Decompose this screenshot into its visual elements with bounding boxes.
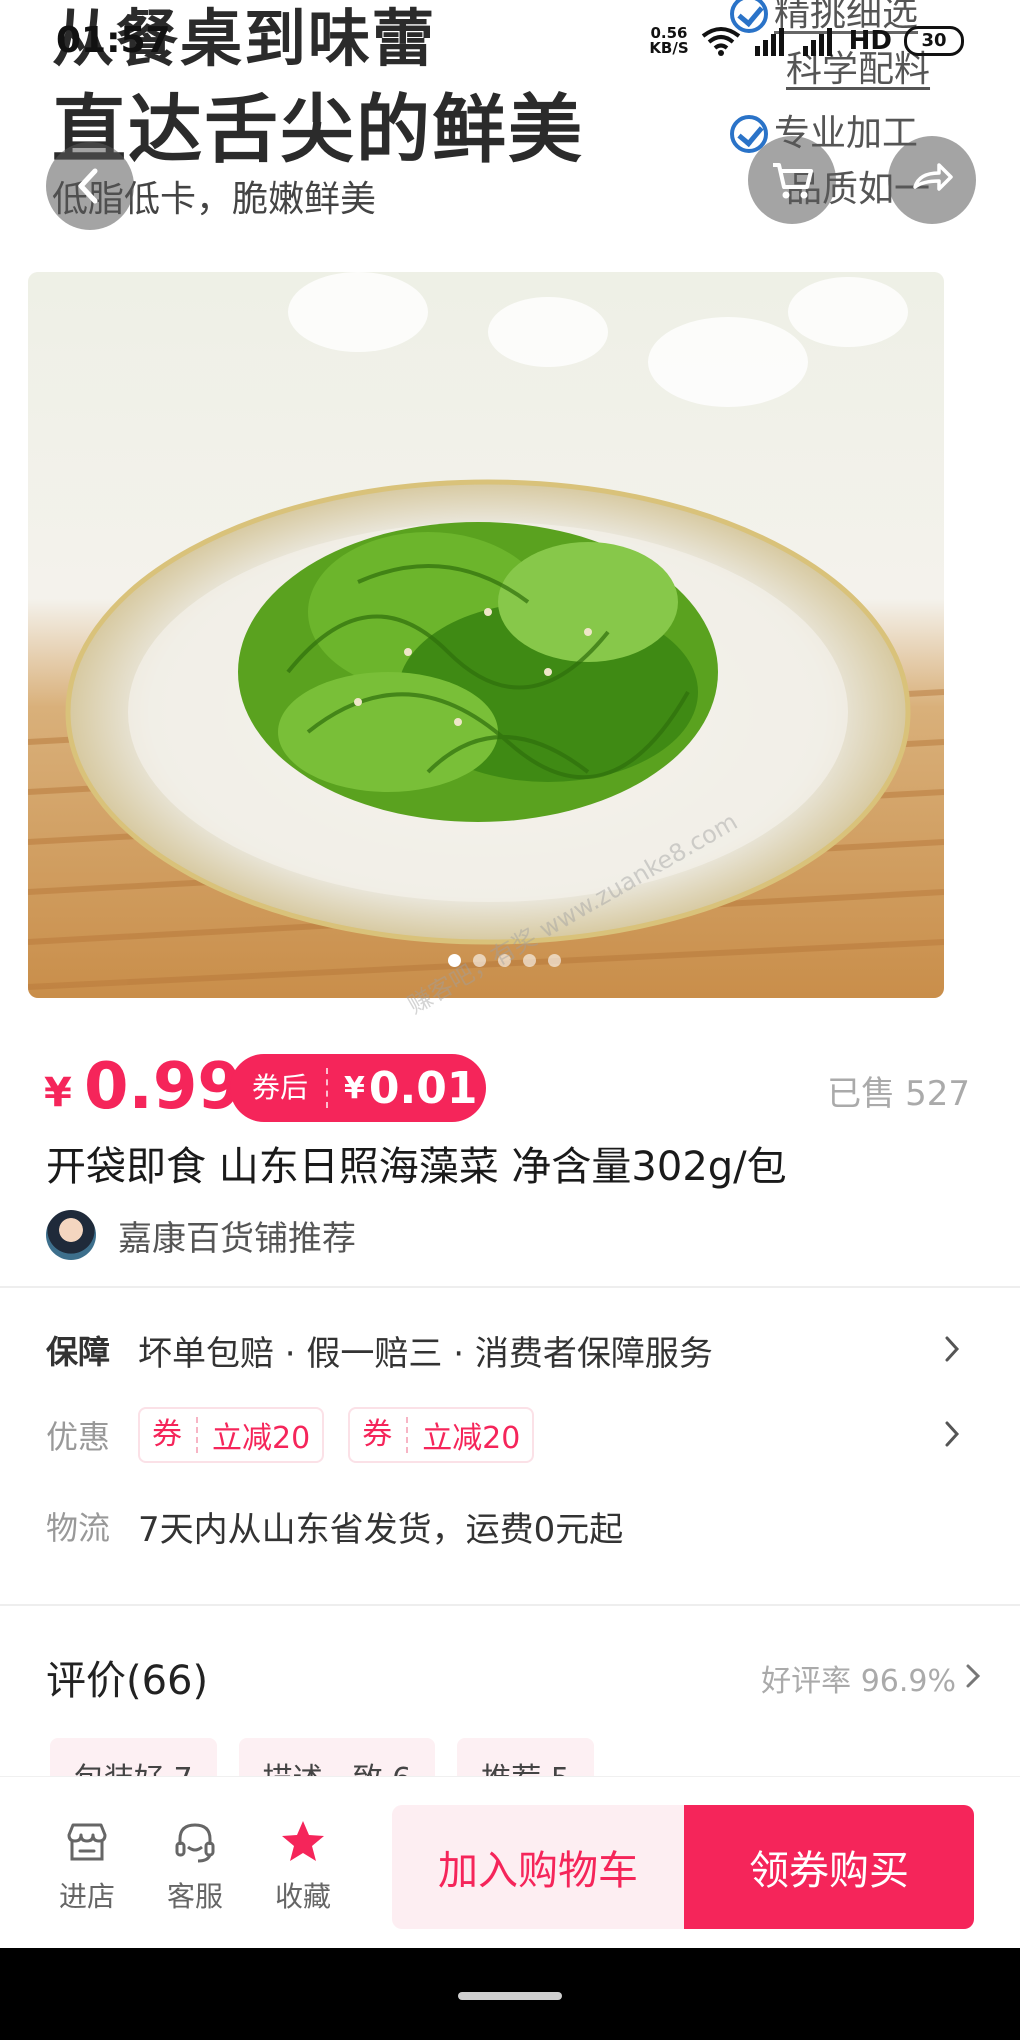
coupon-chip-text: 立减20	[422, 1421, 521, 1456]
chevron-right-icon	[945, 1336, 960, 1362]
status-icons: 0.56 KB/S HD 30	[649, 26, 964, 56]
network-speed: 0.56 KB/S	[649, 26, 688, 56]
sold-count: 已售 527	[827, 1066, 970, 1115]
back-button[interactable]	[46, 142, 134, 230]
shop-recommend-text: 嘉康百货铺推荐	[118, 1218, 356, 1259]
guarantee-row[interactable]: 保障 坏单包赔 · 假一赔三 · 消费者保障服务	[46, 1320, 976, 1380]
chevron-right-icon[interactable]	[964, 1662, 982, 1690]
divider	[0, 1286, 1020, 1288]
coupon-price-value: 0.01	[368, 1062, 478, 1114]
sold-number: 527	[905, 1074, 970, 1114]
service-label: 客服	[166, 1880, 223, 1913]
shop-recommend-row[interactable]: 嘉康百货铺推荐	[46, 1210, 356, 1260]
price-value: 0.99	[84, 1050, 242, 1124]
bottom-action-bar: 进店 客服 收藏 加入购物车 领券购买	[0, 1776, 1020, 1948]
headset-icon	[175, 1823, 215, 1863]
reviews-heading[interactable]: 评价(66)	[46, 1648, 208, 1706]
discount-row[interactable]: 优惠 券 立减20 券 立减20	[46, 1405, 976, 1465]
logistics-label: 物流	[46, 1509, 111, 1547]
chevron-left-icon	[78, 168, 98, 204]
store-button[interactable]: 进店	[42, 1817, 132, 1915]
signal-icon	[802, 28, 832, 56]
store-label: 进店	[58, 1880, 115, 1913]
avatar	[46, 1210, 96, 1260]
system-nav-bar	[0, 1948, 1020, 2040]
network-type: HD	[848, 26, 892, 56]
battery-icon: 30	[904, 26, 964, 56]
discount-label: 优惠	[46, 1418, 111, 1456]
seaweed-salad-photo	[28, 272, 944, 998]
coupon-chip-tag: 券	[362, 1417, 409, 1453]
coupon-chip-text: 立减20	[212, 1421, 311, 1456]
product-image[interactable]	[28, 272, 944, 998]
reviews-positive-rate[interactable]: 好评率 96.9%	[761, 1656, 956, 1700]
coupon-price-badge: 券后 ¥ 0.01	[230, 1054, 486, 1122]
cart-icon	[773, 163, 813, 199]
star-icon	[282, 1821, 324, 1861]
carousel-dot[interactable]	[548, 954, 561, 967]
logistics-row: 物流 7天内从山东省发货，运费0元起	[46, 1496, 976, 1556]
chevron-right-icon	[945, 1421, 960, 1447]
coupon-chip[interactable]: 券 立减20	[138, 1407, 325, 1463]
share-button[interactable]	[888, 136, 976, 224]
claim-coupon-buy-button[interactable]: 领券购买	[684, 1805, 974, 1929]
status-time: 01:57	[56, 20, 171, 61]
customer-service-button[interactable]: 客服	[150, 1817, 240, 1915]
banner-feature-2: 专业加工	[730, 112, 918, 154]
sold-label: 已售	[827, 1074, 896, 1114]
price-row: ¥ 0.99 券后 ¥ 0.01 已售 527	[44, 1048, 980, 1128]
coupon-chip[interactable]: 券 立减20	[348, 1407, 535, 1463]
product-title: 开袋即食 山东日照海藻菜 净含量302g/包	[46, 1144, 787, 1190]
guarantee-label: 保障	[46, 1333, 111, 1371]
favorite-label: 收藏	[274, 1880, 331, 1913]
wifi-icon	[701, 27, 740, 56]
divider	[0, 1604, 1020, 1606]
network-speed-unit: KB/S	[649, 39, 689, 57]
price-currency: ¥	[44, 1070, 72, 1116]
logistics-text: 7天内从山东省发货，运费0元起	[138, 1509, 624, 1550]
signal-icon	[754, 28, 784, 56]
coupon-price-currency: ¥	[344, 1070, 365, 1106]
status-bar: 01:57 0.56 KB/S HD 30	[0, 0, 1020, 90]
coupon-chip-tag: 券	[152, 1417, 198, 1453]
cart-button[interactable]	[748, 136, 836, 224]
share-icon	[913, 163, 953, 191]
home-indicator[interactable]	[458, 1992, 562, 2000]
store-icon	[67, 1823, 107, 1861]
favorite-button[interactable]: 收藏	[258, 1817, 348, 1915]
add-to-cart-button[interactable]: 加入购物车	[392, 1805, 684, 1929]
guarantee-text: 坏单包赔 · 假一赔三 · 消费者保障服务	[138, 1333, 713, 1374]
coupon-price-tag: 券后	[230, 1068, 329, 1108]
